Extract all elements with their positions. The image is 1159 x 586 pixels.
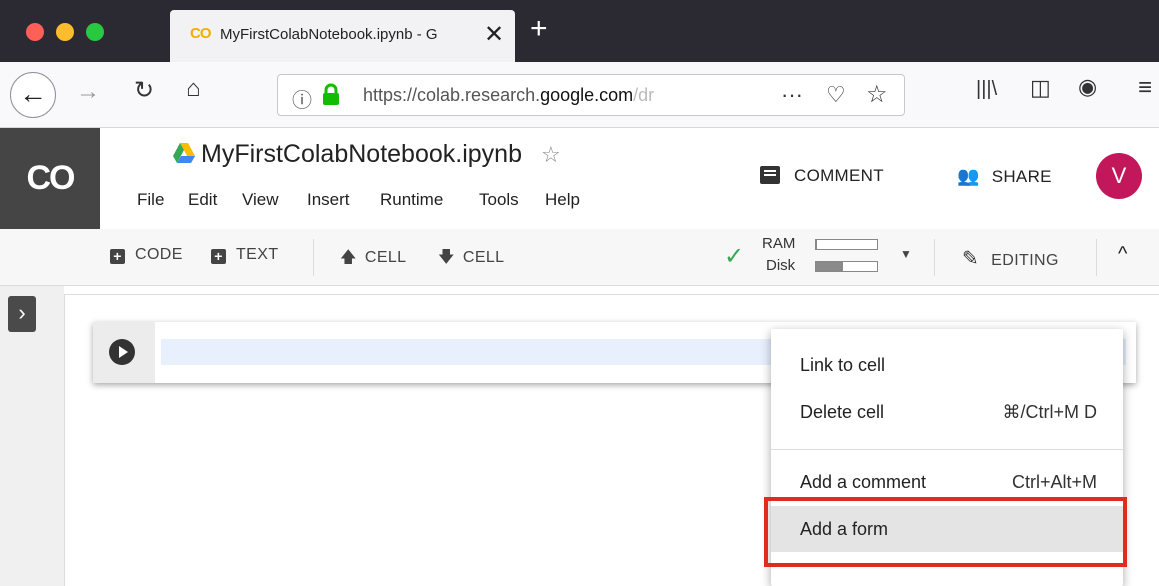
toolbar-divider [313, 239, 314, 276]
disk-bar-fill [816, 262, 844, 271]
disk-label: Disk [766, 257, 796, 274]
more-icon[interactable]: ··· [781, 82, 803, 108]
toolbar-divider [934, 239, 935, 276]
ram-label: RAM [762, 235, 796, 252]
resources-indicator[interactable]: RAM Disk [760, 233, 880, 283]
ram-bar [815, 239, 878, 250]
pencil-icon: ✎ [962, 248, 980, 270]
highlight-box [764, 497, 1127, 567]
notebook-toolbar: + CODE + TEXT 🡅 CELL 🡇 CELL ✓ RAM Disk ▼ ✎ ED… [100, 229, 1159, 286]
editing-mode-button[interactable]: ✎ EDITING [962, 246, 1059, 271]
menu-file[interactable]: File [137, 190, 164, 210]
close-tab-icon[interactable]: ✕ [484, 20, 504, 49]
chevron-up-icon[interactable]: ^ [1118, 243, 1127, 266]
plus-icon: + [211, 249, 226, 264]
colab-favicon: CO [190, 25, 211, 42]
info-icon[interactable]: ⓘ [292, 84, 312, 113]
lock-icon[interactable] [322, 83, 340, 107]
cell-gutter [93, 322, 155, 383]
plus-icon: + [110, 249, 125, 264]
new-tab-icon[interactable]: + [530, 12, 548, 46]
star-notebook-icon[interactable]: ☆ [541, 142, 561, 167]
arrow-down-icon: 🡇 [438, 249, 455, 266]
colab-logo[interactable]: CO [0, 128, 100, 229]
menu-edit[interactable]: Edit [188, 190, 217, 210]
check-icon: ✓ [724, 243, 745, 270]
shortcut-label: ⌘/Ctrl+M D [1002, 402, 1098, 422]
ram-bar-fill [816, 240, 818, 249]
menu-help[interactable]: Help [545, 190, 580, 210]
comment-button[interactable]: COMMENT [760, 166, 884, 186]
menu-item-delete-cell[interactable]: Delete cell ⌘/Ctrl+M D [771, 389, 1123, 435]
shortcut-label: Ctrl+Alt+M [1011, 472, 1097, 492]
url-text[interactable]: https://colab.research.google.com/dr [363, 85, 733, 106]
forward-icon[interactable]: → [76, 78, 100, 106]
arrow-up-icon: 🡅 [340, 249, 357, 266]
menu-tools[interactable]: Tools [479, 190, 519, 210]
browser-tab[interactable]: CO MyFirstColabNotebook.ipynb - G ✕ [170, 10, 515, 62]
add-text-button[interactable]: + TEXT [211, 246, 279, 264]
disk-bar [815, 261, 878, 272]
reload-icon[interactable]: ↻ [134, 76, 154, 105]
menu-runtime[interactable]: Runtime [380, 190, 443, 210]
pocket-icon[interactable]: ♡ [826, 82, 846, 108]
toolbar-divider [1096, 239, 1097, 276]
close-window-button[interactable] [26, 23, 44, 41]
chevron-down-icon[interactable]: ▼ [900, 247, 912, 261]
sidebar-icon[interactable]: ◫ [1030, 75, 1051, 101]
move-cell-down-button[interactable]: 🡇 CELL [438, 246, 504, 273]
url-bar[interactable]: ⓘ https://colab.research.google.com/dr ·… [277, 74, 905, 116]
hamburger-icon[interactable]: ≡ [1138, 74, 1152, 102]
star-icon[interactable]: ☆ [866, 80, 888, 109]
add-code-button[interactable]: + CODE [110, 246, 183, 264]
browser-titlebar: CO MyFirstColabNotebook.ipynb - G ✕ + [0, 0, 1159, 62]
move-cell-up-button[interactable]: 🡅 CELL [340, 246, 406, 273]
people-icon: 👥 [957, 166, 980, 186]
menu-item-link-to-cell[interactable]: Link to cell [771, 342, 1123, 388]
maximize-window-button[interactable] [86, 23, 104, 41]
library-icon[interactable]: |||\ [976, 78, 997, 101]
tab-title: MyFirstColabNotebook.ipynb - G [220, 26, 438, 43]
sidebar-expand-icon[interactable]: › [8, 296, 36, 332]
account-icon[interactable]: ◉ [1078, 74, 1097, 100]
browser-navbar: ← → ↻ ⌂ ⓘ https://colab.research.google.… [0, 62, 1159, 128]
toolbar-left-spacer [0, 229, 100, 286]
comment-icon [760, 166, 780, 184]
google-drive-icon [173, 143, 195, 163]
home-icon[interactable]: ⌂ [186, 75, 201, 103]
menu-insert[interactable]: Insert [307, 190, 350, 210]
menu-separator [771, 449, 1123, 450]
avatar[interactable]: V [1096, 153, 1142, 199]
notebook-title[interactable]: MyFirstColabNotebook.ipynb ☆ [173, 140, 561, 169]
minimize-window-button[interactable] [56, 23, 74, 41]
run-cell-icon[interactable] [109, 339, 135, 365]
share-button[interactable]: 👥 SHARE [957, 166, 1052, 187]
back-icon[interactable]: ← [10, 72, 56, 118]
menu-view[interactable]: View [242, 190, 279, 210]
